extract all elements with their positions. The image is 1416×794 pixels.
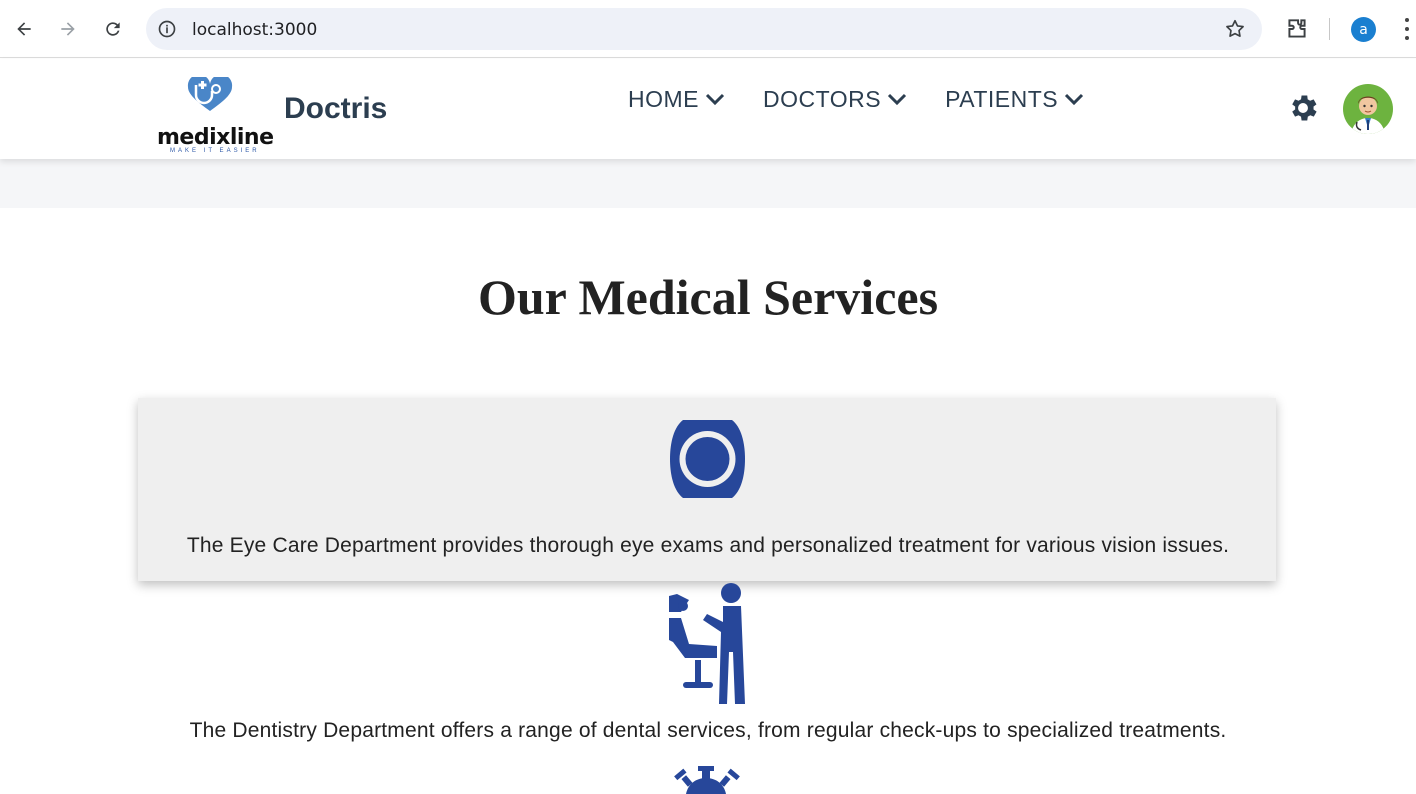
browser-menu-icon[interactable] (1398, 16, 1416, 42)
menu-item-home[interactable]: HOME (628, 84, 725, 114)
site-info-icon[interactable] (156, 18, 178, 40)
back-button[interactable] (8, 13, 40, 45)
url-text: localhost:3000 (192, 20, 318, 40)
logo-tagline: MAKE IT EASIER (170, 148, 260, 154)
menu-item-patients[interactable]: PATIENTS (945, 84, 1084, 114)
address-bar[interactable]: localhost:3000 (146, 8, 1262, 50)
service-description: The Eye Care Department provides thoroug… (186, 534, 1230, 557)
menu-item-label: DOCTORS (763, 85, 882, 112)
heart-stethoscope-icon (187, 77, 233, 111)
service-description: The Dentistry Department offers a range … (189, 719, 1227, 742)
profile-avatar[interactable]: a (1351, 17, 1376, 42)
chevron-down-icon (705, 93, 725, 106)
chevron-down-icon (1065, 93, 1084, 106)
browser-toolbar: localhost:3000 a (0, 0, 1416, 58)
menu-item-doctors[interactable]: DOCTORS (763, 84, 907, 114)
doctor-avatar-icon (1351, 96, 1385, 134)
user-avatar[interactable] (1343, 84, 1393, 134)
extensions-icon[interactable] (1284, 16, 1310, 42)
gear-icon[interactable] (1286, 91, 1320, 125)
chevron-down-icon (888, 93, 907, 106)
logo-text: medixline (157, 125, 274, 150)
reload-icon (106, 22, 120, 36)
bookmark-star-icon[interactable] (1224, 18, 1246, 40)
arrow-left-icon (17, 22, 31, 36)
main-menu: HOME DOCTORS PATIENTS (628, 84, 1122, 114)
medixline-logo[interactable]: medixline MAKE IT EASIER (150, 73, 274, 154)
page-banner (0, 159, 1416, 208)
section-title: Our Medical Services (477, 269, 939, 325)
menu-item-label: HOME (628, 85, 699, 112)
eye-icon (670, 420, 745, 498)
dentist-chair-icon (669, 583, 745, 704)
arrow-right-icon (61, 22, 75, 36)
site-header: medixline MAKE IT EASIER Doctris HOME DO… (0, 59, 1416, 159)
forward-button[interactable] (52, 13, 84, 45)
menu-item-label: PATIENTS (945, 85, 1059, 112)
toolbar-divider (1329, 18, 1330, 40)
virus-icon (674, 766, 740, 794)
brand-name[interactable]: Doctris (284, 92, 387, 126)
reload-button[interactable] (97, 13, 129, 45)
